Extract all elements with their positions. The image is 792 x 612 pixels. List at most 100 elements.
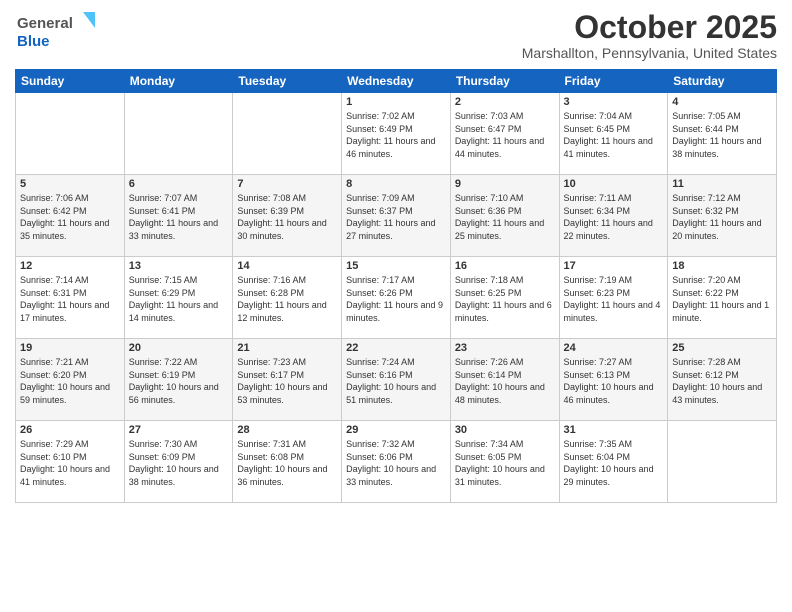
day-number: 13: [129, 260, 229, 272]
day-info: Sunrise: 7:23 AMSunset: 6:17 PMDaylight:…: [237, 357, 327, 405]
table-row: 2 Sunrise: 7:03 AMSunset: 6:47 PMDaylight…: [450, 93, 559, 175]
table-row: 3 Sunrise: 7:04 AMSunset: 6:45 PMDaylight…: [559, 93, 668, 175]
day-info: Sunrise: 7:06 AMSunset: 6:42 PMDaylight:…: [20, 193, 109, 241]
day-number: 20: [129, 342, 229, 354]
table-row: 26 Sunrise: 7:29 AMSunset: 6:10 PMDayligh…: [16, 421, 125, 503]
day-info: Sunrise: 7:18 AMSunset: 6:25 PMDaylight:…: [455, 275, 552, 323]
day-number: 28: [237, 424, 337, 436]
title-block: October 2025 Marshallton, Pennsylvania, …: [522, 10, 777, 61]
day-number: 14: [237, 260, 337, 272]
logo-svg: General Blue: [15, 10, 105, 55]
day-info: Sunrise: 7:27 AMSunset: 6:13 PMDaylight:…: [564, 357, 654, 405]
table-row: 10 Sunrise: 7:11 AMSunset: 6:34 PMDayligh…: [559, 175, 668, 257]
day-info: Sunrise: 7:11 AMSunset: 6:34 PMDaylight:…: [564, 193, 653, 241]
day-info: Sunrise: 7:14 AMSunset: 6:31 PMDaylight:…: [20, 275, 109, 323]
day-number: 5: [20, 178, 120, 190]
svg-text:General: General: [17, 15, 73, 32]
day-info: Sunrise: 7:22 AMSunset: 6:19 PMDaylight:…: [129, 357, 219, 405]
day-number: 19: [20, 342, 120, 354]
table-row: 29 Sunrise: 7:32 AMSunset: 6:06 PMDayligh…: [342, 421, 451, 503]
day-number: 22: [346, 342, 446, 354]
calendar-week-row: 19 Sunrise: 7:21 AMSunset: 6:20 PMDayligh…: [16, 339, 777, 421]
day-info: Sunrise: 7:32 AMSunset: 6:06 PMDaylight:…: [346, 439, 436, 487]
header-tuesday: Tuesday: [233, 70, 342, 93]
day-info: Sunrise: 7:10 AMSunset: 6:36 PMDaylight:…: [455, 193, 544, 241]
table-row: 27Sunrise: 7:30 AMSunset: 6:09 PMDayligh…: [124, 421, 233, 503]
day-number: 18: [672, 260, 772, 272]
day-info: Sunrise: 7:19 AMSunset: 6:23 PMDaylight:…: [564, 275, 661, 323]
table-row: 6Sunrise: 7:07 AMSunset: 6:41 PMDaylight…: [124, 175, 233, 257]
header-friday: Friday: [559, 70, 668, 93]
day-number: 27: [129, 424, 229, 436]
table-row: [124, 93, 233, 175]
table-row: 14 Sunrise: 7:16 AMSunset: 6:28 PMDayligh…: [233, 257, 342, 339]
table-row: [16, 93, 125, 175]
header-sunday: Sunday: [16, 70, 125, 93]
day-info: Sunrise: 7:16 AMSunset: 6:28 PMDaylight:…: [237, 275, 326, 323]
day-number: 30: [455, 424, 555, 436]
day-number: 7: [237, 178, 337, 190]
day-number: 23: [455, 342, 555, 354]
day-number: 12: [20, 260, 120, 272]
day-info: Sunrise: 7:29 AMSunset: 6:10 PMDaylight:…: [20, 439, 110, 487]
header-monday: Monday: [124, 70, 233, 93]
day-number: 3: [564, 96, 664, 108]
table-row: 5 Sunrise: 7:06 AMSunset: 6:42 PMDaylight…: [16, 175, 125, 257]
table-row: 18 Sunrise: 7:20 AMSunset: 6:22 PMDayligh…: [668, 257, 777, 339]
day-number: 25: [672, 342, 772, 354]
day-info: Sunrise: 7:09 AMSunset: 6:37 PMDaylight:…: [346, 193, 435, 241]
day-info: Sunrise: 7:26 AMSunset: 6:14 PMDaylight:…: [455, 357, 545, 405]
calendar-header-row: Sunday Monday Tuesday Wednesday Thursday…: [16, 70, 777, 93]
table-row: 20 Sunrise: 7:22 AMSunset: 6:19 PMDayligh…: [124, 339, 233, 421]
day-number: 21: [237, 342, 337, 354]
day-info: Sunrise: 7:24 AMSunset: 6:16 PMDaylight:…: [346, 357, 436, 405]
day-number: 1: [346, 96, 446, 108]
day-number: 26: [20, 424, 120, 436]
table-row: 24Sunrise: 7:27 AMSunset: 6:13 PMDayligh…: [559, 339, 668, 421]
day-info: Sunrise: 7:04 AMSunset: 6:45 PMDaylight:…: [564, 111, 653, 159]
day-number: 2: [455, 96, 555, 108]
header-thursday: Thursday: [450, 70, 559, 93]
table-row: 21 Sunrise: 7:23 AMSunset: 6:17 PMDayligh…: [233, 339, 342, 421]
table-row: 17 Sunrise: 7:19 AMSunset: 6:23 PMDayligh…: [559, 257, 668, 339]
table-row: 15 Sunrise: 7:17 AMSunset: 6:26 PMDayligh…: [342, 257, 451, 339]
day-info: Sunrise: 7:12 AMSunset: 6:32 PMDaylight:…: [672, 193, 761, 241]
header-wednesday: Wednesday: [342, 70, 451, 93]
table-row: 13Sunrise: 7:15 AMSunset: 6:29 PMDayligh…: [124, 257, 233, 339]
calendar-week-row: 12 Sunrise: 7:14 AMSunset: 6:31 PMDayligh…: [16, 257, 777, 339]
day-info: Sunrise: 7:07 AMSunset: 6:41 PMDaylight:…: [129, 193, 218, 241]
table-row: 28Sunrise: 7:31 AMSunset: 6:08 PMDayligh…: [233, 421, 342, 503]
day-info: Sunrise: 7:17 AMSunset: 6:26 PMDaylight:…: [346, 275, 443, 323]
day-number: 29: [346, 424, 446, 436]
day-info: Sunrise: 7:03 AMSunset: 6:47 PMDaylight:…: [455, 111, 544, 159]
table-row: 12 Sunrise: 7:14 AMSunset: 6:31 PMDayligh…: [16, 257, 125, 339]
day-number: 11: [672, 178, 772, 190]
day-info: Sunrise: 7:20 AMSunset: 6:22 PMDaylight:…: [672, 275, 769, 323]
day-number: 8: [346, 178, 446, 190]
calendar-table: Sunday Monday Tuesday Wednesday Thursday…: [15, 69, 777, 503]
calendar-week-row: 26 Sunrise: 7:29 AMSunset: 6:10 PMDayligh…: [16, 421, 777, 503]
table-row: 19 Sunrise: 7:21 AMSunset: 6:20 PMDayligh…: [16, 339, 125, 421]
table-row: 11 Sunrise: 7:12 AMSunset: 6:32 PMDayligh…: [668, 175, 777, 257]
page-title: October 2025: [522, 10, 777, 45]
day-number: 16: [455, 260, 555, 272]
day-info: Sunrise: 7:35 AMSunset: 6:04 PMDaylight:…: [564, 439, 654, 487]
day-number: 17: [564, 260, 664, 272]
table-row: 23 Sunrise: 7:26 AMSunset: 6:14 PMDayligh…: [450, 339, 559, 421]
table-row: 30Sunrise: 7:34 AMSunset: 6:05 PMDayligh…: [450, 421, 559, 503]
page: General Blue October 2025 Marshallton, P…: [0, 0, 792, 612]
day-info: Sunrise: 7:28 AMSunset: 6:12 PMDaylight:…: [672, 357, 762, 405]
table-row: 16 Sunrise: 7:18 AMSunset: 6:25 PMDayligh…: [450, 257, 559, 339]
table-row: 31Sunrise: 7:35 AMSunset: 6:04 PMDayligh…: [559, 421, 668, 503]
calendar-week-row: 1 Sunrise: 7:02 AMSunset: 6:49 PMDaylight…: [16, 93, 777, 175]
day-number: 15: [346, 260, 446, 272]
day-info: Sunrise: 7:21 AMSunset: 6:20 PMDaylight:…: [20, 357, 110, 405]
day-info: Sunrise: 7:08 AMSunset: 6:39 PMDaylight:…: [237, 193, 326, 241]
table-row: 25 Sunrise: 7:28 AMSunset: 6:12 PMDayligh…: [668, 339, 777, 421]
logo: General Blue: [15, 10, 105, 55]
header-saturday: Saturday: [668, 70, 777, 93]
day-info: Sunrise: 7:02 AMSunset: 6:49 PMDaylight:…: [346, 111, 435, 159]
day-info: Sunrise: 7:05 AMSunset: 6:44 PMDaylight:…: [672, 111, 761, 159]
table-row: 1 Sunrise: 7:02 AMSunset: 6:49 PMDaylight…: [342, 93, 451, 175]
day-number: 10: [564, 178, 664, 190]
